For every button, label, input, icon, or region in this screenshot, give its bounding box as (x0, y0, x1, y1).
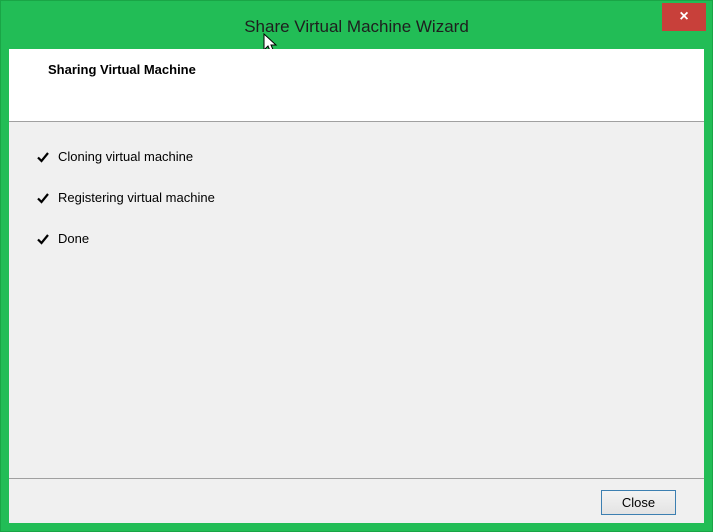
window-title: Share Virtual Machine Wizard (244, 17, 469, 36)
list-item: Done (36, 231, 89, 246)
title-bar[interactable]: Share Virtual Machine Wizard × (1, 1, 712, 54)
check-icon (37, 151, 49, 163)
close-button[interactable]: Close (601, 490, 676, 515)
check-icon (37, 233, 49, 245)
close-icon: × (679, 8, 689, 25)
list-item: Cloning virtual machine (36, 149, 193, 164)
wizard-body: Sharing Virtual Machine Cloning virtual … (9, 49, 704, 523)
step-label: Cloning virtual machine (58, 149, 194, 164)
step-label: Registering virtual machine (58, 190, 215, 205)
wizard-window: Share Virtual Machine Wizard × Sharing V… (0, 0, 713, 532)
wizard-header: Sharing Virtual Machine (9, 49, 704, 122)
check-icon (37, 192, 49, 204)
page-title: Sharing Virtual Machine (48, 62, 196, 77)
window-close-button[interactable]: × (662, 3, 706, 31)
step-label: Done (58, 231, 90, 246)
list-item: Registering virtual machine (36, 190, 215, 205)
wizard-footer: Close (9, 478, 704, 523)
